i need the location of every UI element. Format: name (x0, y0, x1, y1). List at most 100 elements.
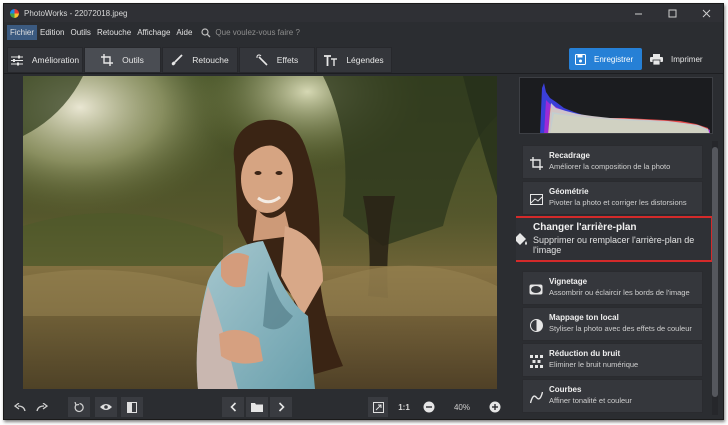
menu-outils[interactable]: Outils (67, 25, 93, 40)
geometry-icon (527, 190, 545, 208)
text-icon (324, 54, 338, 66)
zoom-level: 40% (453, 402, 470, 412)
prev-photo-button[interactable] (222, 397, 244, 417)
crop-icon (527, 154, 545, 172)
open-folder-button[interactable] (246, 397, 268, 417)
canvas-area (9, 75, 509, 391)
magic-wand-icon (255, 54, 268, 66)
undo-button[interactable] (10, 397, 30, 417)
print-label: Imprimer (671, 54, 703, 64)
tool-geometrie[interactable]: Géométrie Pivoter la photo et corriger l… (522, 181, 703, 215)
printer-icon (650, 53, 663, 65)
tool-changer-arriere-plan-desc: Supprimer ou remplacer l'arrière-plan de… (533, 235, 695, 255)
tool-reduction-bruit-title: Réduction du bruit (549, 349, 621, 358)
scrollbar-thumb[interactable] (712, 147, 718, 397)
bottom-toolbar: 1:1 40% (4, 392, 512, 419)
tool-changer-arriere-plan[interactable]: Changer l'arrière-plan Supprimer ou remp… (516, 216, 713, 262)
rotate-button[interactable] (68, 397, 90, 417)
minus-circle-icon (423, 401, 435, 413)
folder-icon (251, 403, 263, 412)
tab-effets-label: Effets (276, 55, 299, 65)
menu-affichage[interactable]: Affichage (134, 25, 173, 40)
tool-vignetage-title: Vignetage (549, 277, 588, 286)
window-controls (621, 4, 723, 22)
fit-screen-button[interactable] (368, 397, 388, 417)
tool-vignetage[interactable]: Vignetage Assombrir ou éclaircir les bor… (522, 271, 703, 305)
tone-mapping-icon (527, 316, 545, 334)
eye-icon (100, 404, 112, 410)
window-title: PhotoWorks - 22072018.jpeg (24, 8, 128, 18)
main-toolbar: Amélioration Outils Retouche Effets Lége… (4, 44, 723, 74)
tool-courbes[interactable]: Courbes Affiner tonalité et couleur (522, 379, 703, 413)
tool-reduction-bruit[interactable]: Réduction du bruit Eliminer le bruit num… (522, 343, 703, 377)
tool-vignetage-desc: Assombrir ou éclaircir les bords de l'im… (549, 288, 690, 297)
maximize-icon[interactable] (655, 4, 689, 22)
title-bar: PhotoWorks - 22072018.jpeg (4, 4, 723, 22)
zoom-out-button[interactable] (421, 397, 437, 417)
tab-effets[interactable]: Effets (239, 47, 315, 73)
crop-icon (101, 54, 114, 66)
save-icon (575, 53, 586, 65)
tab-legendes[interactable]: Légendes (316, 47, 392, 73)
tab-outils-label: Outils (122, 55, 144, 65)
rotate-icon (73, 401, 84, 412)
tool-recadrage[interactable]: Recadrage Améliorer la composition de la… (522, 145, 703, 179)
tab-amelioration-label: Amélioration (31, 55, 80, 65)
menu-bar: Fichier Edition Outils Retouche Affichag… (4, 25, 723, 40)
histogram (519, 77, 713, 134)
menu-retouche[interactable]: Retouche (94, 25, 134, 40)
tab-retouche[interactable]: Retouche (162, 47, 238, 73)
tool-recadrage-title: Recadrage (549, 151, 590, 160)
tool-recadrage-desc: Améliorer la composition de la photo (549, 162, 671, 171)
minimize-icon[interactable] (621, 4, 655, 22)
app-window: PhotoWorks - 22072018.jpeg Fichier Editi… (3, 3, 724, 420)
menu-aide[interactable]: Aide (173, 25, 195, 40)
paint-bucket-icon (516, 230, 529, 248)
save-label: Enregistrer (594, 54, 634, 64)
actual-size-button[interactable]: 1:1 (393, 397, 415, 417)
compare-icon (127, 401, 137, 413)
search-input[interactable] (215, 26, 366, 39)
redo-icon (36, 402, 48, 411)
sliders-icon (10, 55, 23, 65)
noise-reduction-icon (527, 352, 545, 370)
tool-changer-arriere-plan-title: Changer l'arrière-plan (533, 222, 637, 233)
brush-icon (172, 54, 183, 66)
chevron-right-icon (278, 402, 285, 412)
curves-icon (527, 388, 545, 406)
tools-scrollbar[interactable] (712, 141, 718, 415)
tab-retouche-label: Retouche (192, 55, 229, 65)
app-logo-icon (10, 8, 19, 18)
save-button[interactable]: Enregistrer (569, 48, 642, 70)
next-photo-button[interactable] (270, 397, 292, 417)
chevron-left-icon (229, 402, 236, 412)
tool-geometrie-title: Géométrie (549, 187, 589, 196)
undo-icon (14, 402, 26, 411)
fit-screen-icon (372, 401, 384, 413)
right-panel: Recadrage Améliorer la composition de la… (512, 75, 720, 419)
tool-courbes-desc: Affiner tonalité et couleur (549, 396, 632, 405)
redo-button[interactable] (32, 397, 52, 417)
print-button[interactable]: Imprimer (645, 48, 719, 70)
tab-amelioration[interactable]: Amélioration (7, 47, 83, 73)
plus-circle-icon (489, 401, 501, 413)
tool-mappage-ton-local-desc: Styliser la photo avec des effets de cou… (549, 324, 692, 333)
menu-search (201, 25, 366, 40)
tool-geometrie-desc: Pivoter la photo et corriger les distors… (549, 198, 687, 207)
vignette-icon (527, 280, 545, 298)
close-icon[interactable] (689, 4, 723, 22)
menu-fichier[interactable]: Fichier (7, 25, 38, 40)
tools-list: Recadrage Améliorer la composition de la… (516, 139, 720, 417)
tool-courbes-title: Courbes (549, 385, 582, 394)
tool-mappage-ton-local[interactable]: Mappage ton local Styliser la photo avec… (522, 307, 703, 341)
tool-reduction-bruit-desc: Eliminer le bruit numérique (549, 360, 639, 369)
photo-preview[interactable] (23, 76, 497, 389)
zoom-in-button[interactable] (487, 397, 503, 417)
compare-button[interactable] (121, 397, 143, 417)
tab-outils[interactable]: Outils (84, 47, 161, 73)
menu-edition[interactable]: Edition (37, 25, 67, 40)
tab-legendes-label: Légendes (346, 55, 384, 65)
preview-button[interactable] (95, 397, 117, 417)
tool-mappage-ton-local-title: Mappage ton local (549, 313, 619, 322)
search-icon (201, 27, 211, 37)
